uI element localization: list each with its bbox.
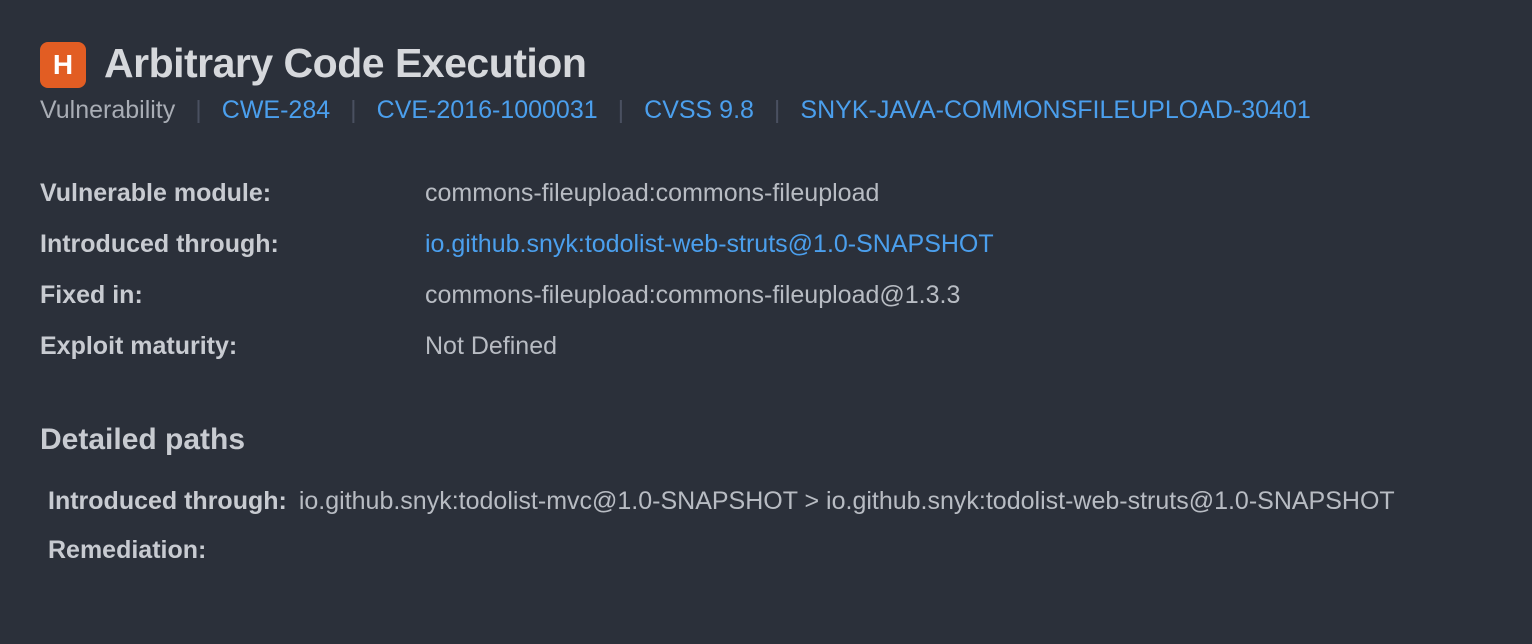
- detail-key: Vulnerable module:: [40, 179, 425, 208]
- severity-badge-high: H: [40, 42, 86, 88]
- cwe-link[interactable]: CWE-284: [222, 96, 330, 125]
- detail-key: Exploit maturity:: [40, 332, 425, 361]
- divider: |: [195, 96, 202, 125]
- divider: |: [774, 96, 781, 125]
- path-row-introduced: Introduced through: io.github.snyk:todol…: [40, 487, 1492, 516]
- vulnerability-header: H Arbitrary Code Execution: [40, 38, 1492, 88]
- cve-link[interactable]: CVE-2016-1000031: [377, 96, 598, 125]
- cvss-link[interactable]: CVSS 9.8: [644, 96, 754, 125]
- path-value: io.github.snyk:todolist-mvc@1.0-SNAPSHOT…: [299, 487, 1395, 516]
- vulnerability-title: Arbitrary Code Execution: [104, 40, 586, 87]
- detail-row-exploit-maturity: Exploit maturity: Not Defined: [40, 332, 1492, 361]
- detail-value: commons-fileupload:commons-fileupload@1.…: [425, 281, 960, 310]
- vulnerability-details: Vulnerable module: commons-fileupload:co…: [40, 179, 1492, 361]
- detail-key: Introduced through:: [40, 230, 425, 259]
- path-key: Introduced through:: [48, 487, 287, 516]
- vulnerability-meta-row: Vulnerability | CWE-284 | CVE-2016-10000…: [40, 96, 1492, 125]
- path-row-remediation: Remediation:: [40, 536, 1492, 565]
- detail-row-introduced-through: Introduced through: io.github.snyk:todol…: [40, 230, 1492, 259]
- detail-key: Fixed in:: [40, 281, 425, 310]
- detail-row-fixed-in: Fixed in: commons-fileupload:commons-fil…: [40, 281, 1492, 310]
- vulnerability-type-label: Vulnerability: [40, 96, 175, 125]
- detail-row-vulnerable-module: Vulnerable module: commons-fileupload:co…: [40, 179, 1492, 208]
- snyk-id-link[interactable]: SNYK-JAVA-COMMONSFILEUPLOAD-30401: [800, 96, 1310, 125]
- detailed-paths-heading: Detailed paths: [40, 423, 1492, 457]
- detail-value: Not Defined: [425, 332, 557, 361]
- divider: |: [618, 96, 625, 125]
- detail-value: commons-fileupload:commons-fileupload: [425, 179, 879, 208]
- divider: |: [350, 96, 357, 125]
- path-key: Remediation:: [48, 536, 206, 565]
- introduced-through-link[interactable]: io.github.snyk:todolist-web-struts@1.0-S…: [425, 230, 994, 259]
